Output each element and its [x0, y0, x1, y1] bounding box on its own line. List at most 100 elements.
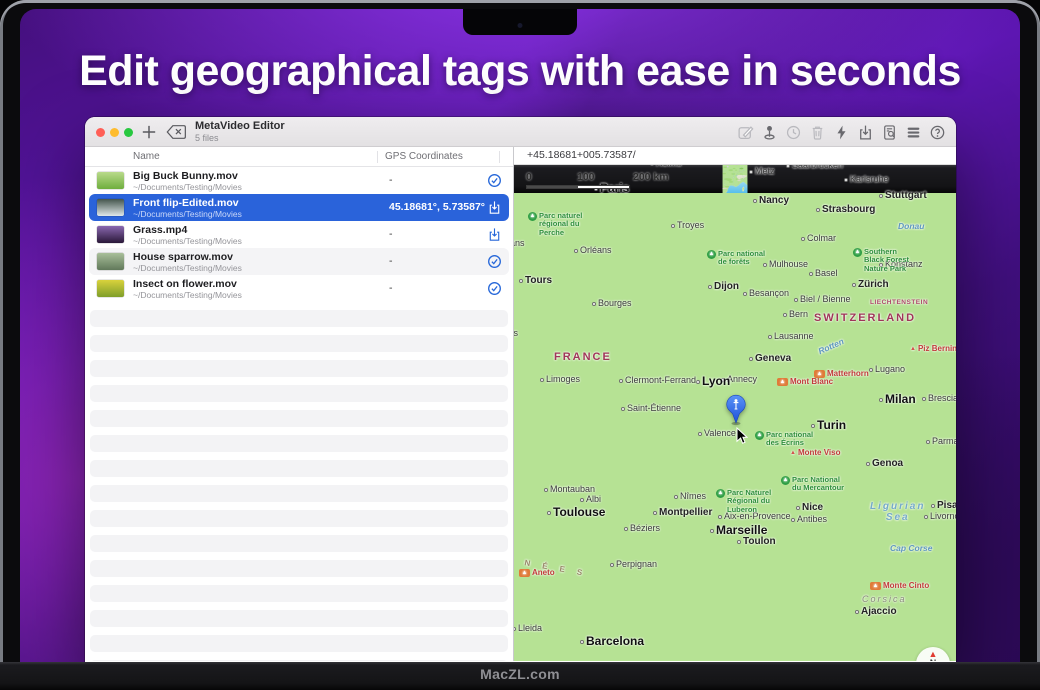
file-meta: Grass.mp4~/Documents/Testing/Movies [133, 224, 242, 247]
city-marker [816, 208, 820, 212]
city-marker [544, 488, 548, 492]
help-icon[interactable] [929, 124, 946, 141]
map-label: Barcelona [580, 635, 644, 648]
file-path: ~/Documents/Testing/Movies [133, 236, 242, 246]
city-marker [783, 313, 787, 317]
map-label: ▲Piz Bernina [910, 345, 956, 354]
map-label: Lleida [514, 624, 542, 634]
map-label: Orléans [574, 246, 612, 256]
city-marker [519, 279, 523, 283]
clear-list-icon[interactable] [166, 123, 187, 141]
map-label: Lyon [696, 375, 730, 388]
check-circle-icon[interactable] [487, 281, 502, 296]
compass[interactable]: ▲ N [916, 647, 950, 661]
file-row[interactable]: Big Buck Bunny.mov~/Documents/Testing/Mo… [89, 167, 509, 194]
save-icon[interactable] [487, 200, 502, 215]
empty-row-stripe [90, 385, 508, 402]
file-path: ~/Documents/Testing/Movies [133, 209, 242, 219]
column-header-gps[interactable]: GPS Coordinates [385, 151, 463, 162]
map-label: Strasbourg [816, 204, 875, 215]
map-label: LigurianSea [870, 501, 925, 523]
save-icon[interactable] [857, 124, 874, 141]
edit-icon[interactable] [737, 124, 754, 141]
map-label: FRANCE [554, 351, 612, 363]
city-marker [624, 527, 628, 531]
app-title: MetaVideo Editor [195, 120, 285, 133]
city-marker [540, 378, 544, 382]
map-label: ▲Parc NaturelRégional duLuberon [716, 489, 771, 514]
file-count: 5 files [195, 133, 285, 143]
map-label: Geneva [749, 353, 791, 364]
map-label: Corsica [862, 595, 907, 605]
park-icon: ▲ [781, 476, 790, 485]
map-label: ▲Parc Nationaldu Mercantour [781, 476, 844, 493]
inspect-metadata-icon[interactable] [881, 124, 898, 141]
camera-icon [518, 23, 523, 28]
park-icon: ▲ [716, 489, 725, 498]
city-marker [696, 380, 700, 384]
zoom-window-button[interactable] [124, 128, 133, 137]
check-circle-icon[interactable] [487, 254, 502, 269]
map-label: Ajaccio [855, 606, 897, 617]
empty-row-stripe [90, 460, 508, 477]
gps-value: - [389, 228, 393, 240]
history-icon[interactable] [785, 124, 802, 141]
map-label: Béziers [624, 524, 660, 534]
park-icon: ▲ [755, 431, 764, 440]
map-label: SWITZERLAND [814, 312, 916, 324]
metadata-list-icon[interactable] [905, 124, 922, 141]
check-circle-icon[interactable] [487, 173, 502, 188]
empty-row-stripe [90, 585, 508, 602]
city-marker [931, 504, 935, 508]
camera-notch [463, 9, 577, 35]
compass-north-label: N [916, 659, 950, 661]
map-label: ▲SouthernBlack ForestNature Park [853, 248, 909, 273]
map-label: Valence [698, 429, 736, 439]
map-label: Brescia [922, 394, 956, 404]
minimize-window-button[interactable] [110, 128, 119, 137]
file-row[interactable]: House sparrow.mov~/Documents/Testing/Mov… [89, 248, 509, 275]
file-row[interactable]: Grass.mp4~/Documents/Testing/Movies - [89, 221, 509, 248]
add-files-icon[interactable] [140, 123, 158, 141]
column-header-name[interactable]: Name [133, 151, 160, 162]
file-name: Big Buck Bunny.mov [133, 170, 242, 183]
location-pin-icon[interactable] [761, 124, 778, 141]
city-marker [610, 563, 614, 567]
map-label: Nancy [753, 195, 789, 206]
city-marker [580, 498, 584, 502]
file-row[interactable]: Insect on flower.mov~/Documents/Testing/… [89, 275, 509, 302]
map-label: Turin [811, 419, 846, 432]
file-meta: Big Buck Bunny.mov~/Documents/Testing/Mo… [133, 170, 242, 193]
city-marker [922, 397, 926, 401]
map-label: Metz [749, 167, 775, 177]
headline: Edit geographical tags with ease in seco… [20, 47, 1020, 96]
map-label: Donau [898, 222, 924, 231]
trash-icon[interactable] [809, 124, 826, 141]
map-label: Rotten [817, 337, 845, 356]
city-marker [855, 610, 859, 614]
file-table: Name GPS Coordinates Big Buck Bunny.mov~… [85, 147, 513, 661]
map[interactable]: ReimsParisTroyesOrléansLe MansToursBourg… [514, 165, 956, 661]
city-marker [879, 194, 883, 198]
map-label: Pisa [931, 500, 956, 511]
map-label: Lausanne [768, 332, 814, 342]
map-label: Troyes [671, 221, 704, 231]
map-label: Saint-Étienne [621, 404, 681, 414]
quick-actions-icon[interactable] [833, 124, 850, 141]
map-label: Clermont-Ferrand [619, 376, 696, 386]
save-icon[interactable] [487, 227, 502, 242]
map-pin[interactable] [723, 393, 749, 427]
coordinates-input[interactable]: +45.18681+005.73587/ [514, 147, 956, 165]
close-window-button[interactable] [96, 128, 105, 137]
file-path: ~/Documents/Testing/Movies [133, 263, 242, 273]
file-row[interactable]: Front flip-Edited.mov~/Documents/Testing… [89, 194, 509, 221]
window-content: Name GPS Coordinates Big Buck Bunny.mov~… [85, 147, 956, 661]
marketing-image: Edit geographical tags with ease in seco… [0, 0, 1040, 690]
mountain-icon: ▲ [519, 569, 530, 577]
city-marker [809, 272, 813, 276]
map-label: Bern [783, 310, 808, 320]
map-label: Livorno [924, 512, 956, 522]
cursor [736, 427, 748, 445]
city-marker [844, 178, 848, 182]
laptop-base: MacZL.com [0, 662, 1040, 690]
